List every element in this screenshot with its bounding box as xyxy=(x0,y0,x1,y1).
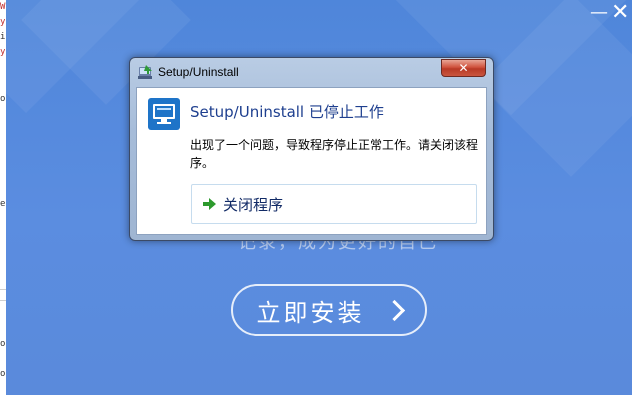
dialog-close-button[interactable]: ✕ xyxy=(441,59,486,77)
left-text-fragment: o xyxy=(0,94,6,104)
install-button-label: 立即安装 xyxy=(256,298,365,327)
minimize-button[interactable]: — xyxy=(590,2,608,24)
left-text-fragment: y xyxy=(0,17,6,27)
dialog-heading: Setup/Uninstall 已停止工作 xyxy=(190,103,384,121)
left-text-fragment: i xyxy=(0,32,6,42)
dialog-title: Setup/Uninstall xyxy=(158,65,239,79)
close-window-button[interactable]: ✕ xyxy=(611,2,629,24)
chevron-right-icon xyxy=(383,299,405,322)
install-now-button[interactable]: 立即安装 xyxy=(231,284,427,336)
dialog-body: Setup/Uninstall 已停止工作 出现了一个问题，导致程序停止正常工作… xyxy=(136,87,487,235)
error-dialog: Setup/Uninstall ✕ Setup/Uninstall 已停止工作 … xyxy=(129,57,494,241)
dialog-message: 出现了一个问题，导致程序停止正常工作。请关闭该程序。 xyxy=(190,138,479,170)
green-arrow-icon xyxy=(203,198,216,210)
monitor-icon xyxy=(148,98,180,130)
close-program-button[interactable]: 关闭程序 xyxy=(191,184,477,224)
left-text-fragment: y xyxy=(0,47,6,57)
close-icon: ✕ xyxy=(458,61,469,75)
close-program-label: 关闭程序 xyxy=(223,195,284,214)
app-title-icon xyxy=(138,65,152,79)
left-text-fragment: o xyxy=(0,339,6,349)
left-text-fragment: W xyxy=(0,2,6,12)
left-text-fragment: e xyxy=(0,199,6,209)
left-text-fragment: o xyxy=(0,369,6,379)
